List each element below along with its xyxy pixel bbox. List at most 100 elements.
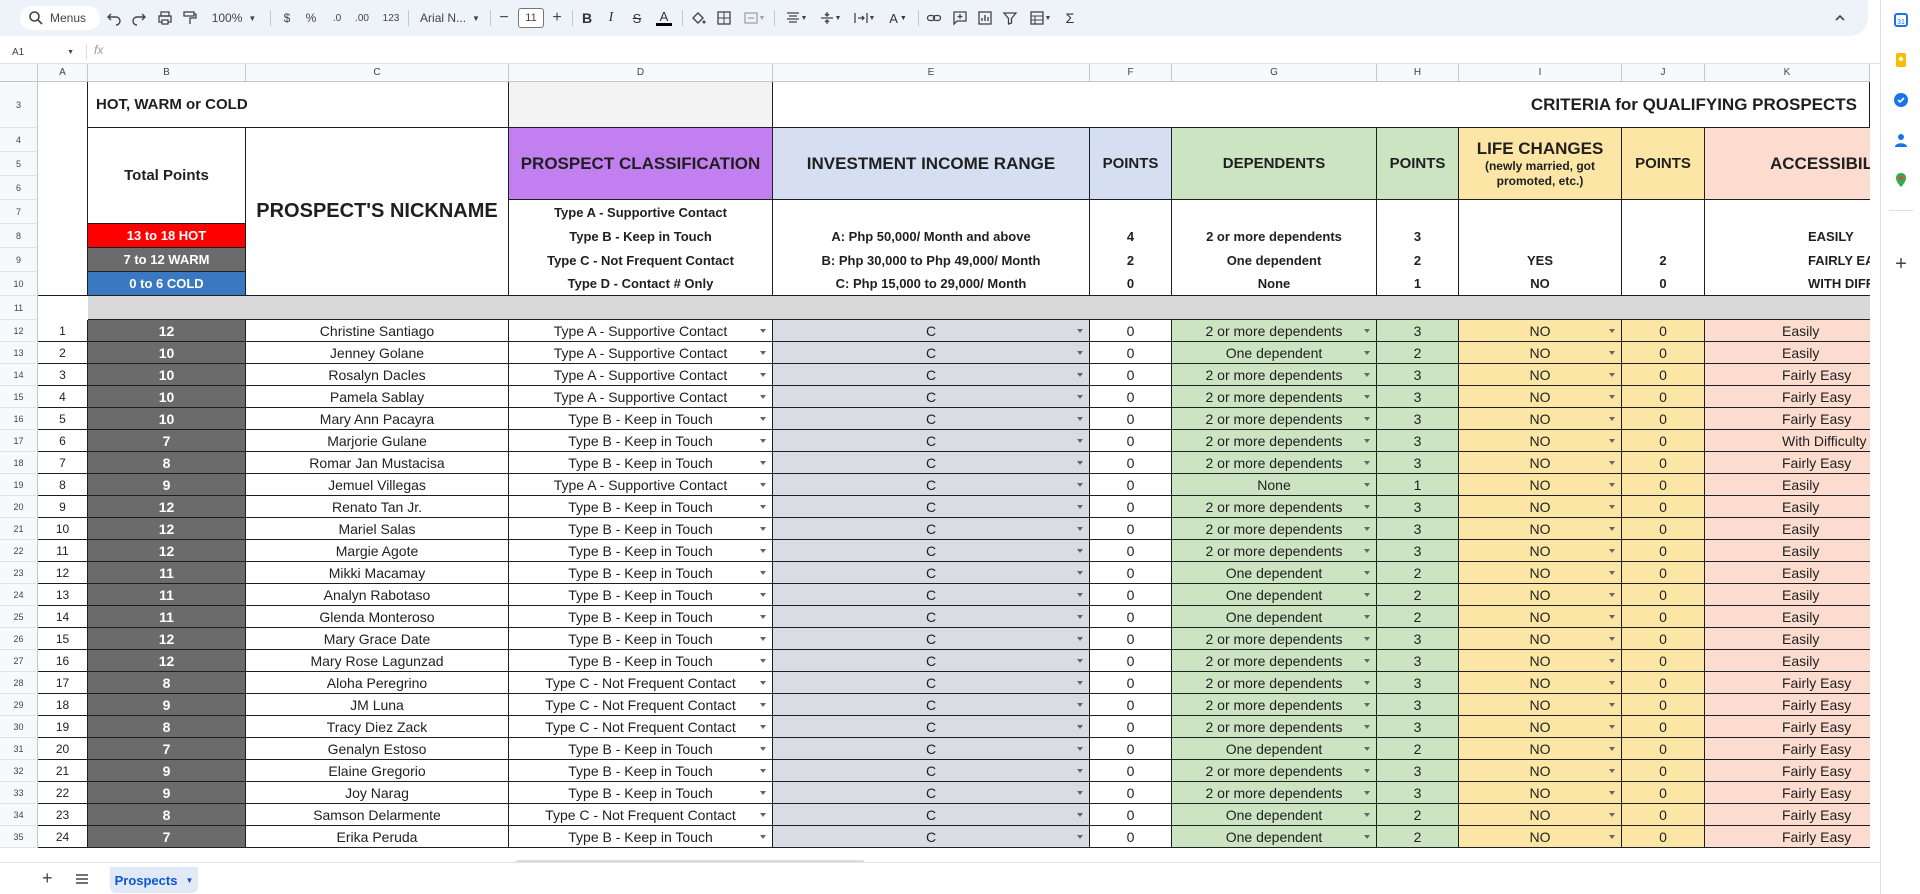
percent-button[interactable]: % [302, 6, 320, 30]
paint-format-button[interactable] [180, 6, 200, 30]
income-points-cell[interactable]: 0 [1090, 760, 1172, 782]
life-changes-dropdown[interactable]: NO [1459, 782, 1622, 804]
accessibility-cell[interactable]: Easily [1705, 496, 1870, 518]
row-number[interactable]: 24 [38, 826, 88, 848]
total-points-cell[interactable]: 11 [88, 606, 246, 628]
insert-link-button[interactable] [924, 6, 944, 30]
dependents-points-cell[interactable]: 3 [1377, 650, 1459, 672]
classification-dropdown[interactable]: Type A - Supportive Contact [509, 320, 773, 342]
income-dropdown[interactable]: C [773, 386, 1090, 408]
life-changes-dropdown[interactable]: NO [1459, 342, 1622, 364]
classification-dropdown[interactable]: Type A - Supportive Contact [509, 342, 773, 364]
sheet-tab-prospects[interactable]: Prospects ▼ [110, 867, 198, 893]
accessibility-cell[interactable]: Easily [1705, 650, 1870, 672]
row-header[interactable]: 16 [0, 408, 38, 430]
classification-dropdown[interactable]: Type B - Keep in Touch [509, 430, 773, 452]
income-dropdown[interactable]: C [773, 496, 1090, 518]
total-points-cell[interactable]: 7 [88, 430, 246, 452]
income-dropdown[interactable]: C [773, 738, 1090, 760]
dependents-points-cell[interactable]: 2 [1377, 804, 1459, 826]
income-points-cell[interactable]: 0 [1090, 386, 1172, 408]
row-header[interactable]: 17 [0, 430, 38, 452]
total-points-cell[interactable]: 8 [88, 452, 246, 474]
classification-dropdown[interactable]: Type B - Keep in Touch [509, 496, 773, 518]
life-changes-dropdown[interactable]: NO [1459, 826, 1622, 848]
undo-button[interactable] [104, 6, 124, 30]
life-changes-dropdown[interactable]: NO [1459, 430, 1622, 452]
income-dropdown[interactable]: C [773, 606, 1090, 628]
life-points-cell[interactable]: 0 [1622, 342, 1705, 364]
classification-dropdown[interactable]: Type C - Not Frequent Contact [509, 716, 773, 738]
font-size-increase-button[interactable]: + [549, 6, 565, 30]
life-changes-dropdown[interactable]: NO [1459, 452, 1622, 474]
increase-decimal-button[interactable]: .00 [350, 6, 374, 30]
row-number[interactable]: 23 [38, 804, 88, 826]
income-dropdown[interactable]: C [773, 782, 1090, 804]
merge-cells-button[interactable]: ▼ [740, 6, 768, 30]
total-points-cell[interactable]: 8 [88, 716, 246, 738]
prospect-nickname-cell[interactable]: Mary Rose Lagunzad [246, 650, 509, 672]
row-number[interactable]: 15 [38, 628, 88, 650]
income-points-cell[interactable]: 0 [1090, 672, 1172, 694]
income-points-cell[interactable]: 0 [1090, 320, 1172, 342]
classification-dropdown[interactable]: Type B - Keep in Touch [509, 408, 773, 430]
borders-button[interactable] [714, 6, 734, 30]
row-header[interactable]: 25 [0, 606, 38, 628]
classification-dropdown[interactable]: Type B - Keep in Touch [509, 826, 773, 848]
dependents-points-cell[interactable]: 3 [1377, 386, 1459, 408]
dependents-dropdown[interactable]: One dependent [1172, 562, 1377, 584]
life-points-cell[interactable]: 0 [1622, 606, 1705, 628]
income-dropdown[interactable]: C [773, 518, 1090, 540]
life-points-cell[interactable]: 0 [1622, 408, 1705, 430]
income-dropdown[interactable]: C [773, 364, 1090, 386]
dependents-dropdown[interactable]: 2 or more dependents [1172, 408, 1377, 430]
dependents-dropdown[interactable]: One dependent [1172, 804, 1377, 826]
income-points-cell[interactable]: 0 [1090, 804, 1172, 826]
accessibility-cell[interactable]: Easily [1705, 342, 1870, 364]
total-points-cell[interactable]: 9 [88, 760, 246, 782]
column-header-c[interactable]: C [246, 64, 509, 82]
life-points-cell[interactable]: 0 [1622, 364, 1705, 386]
classification-dropdown[interactable]: Type A - Supportive Contact [509, 364, 773, 386]
life-changes-dropdown[interactable]: NO [1459, 386, 1622, 408]
prospect-nickname-cell[interactable]: Samson Delarmente [246, 804, 509, 826]
life-changes-dropdown[interactable]: NO [1459, 650, 1622, 672]
italic-button[interactable]: I [602, 6, 620, 30]
font-family-select[interactable]: Arial N... ▼ [416, 6, 484, 30]
keep-notes-icon[interactable] [1893, 52, 1909, 68]
dependents-points-cell[interactable]: 3 [1377, 628, 1459, 650]
row-number[interactable]: 8 [38, 474, 88, 496]
dependents-points-cell[interactable]: 3 [1377, 694, 1459, 716]
row-number[interactable]: 19 [38, 716, 88, 738]
total-points-cell[interactable]: 8 [88, 804, 246, 826]
dependents-dropdown[interactable]: 2 or more dependents [1172, 782, 1377, 804]
row-number[interactable]: 13 [38, 584, 88, 606]
row-header[interactable]: 29 [0, 694, 38, 716]
income-dropdown[interactable]: C [773, 474, 1090, 496]
zoom-select[interactable]: 100% ▼ [208, 6, 260, 30]
prospect-nickname-cell[interactable]: Pamela Sablay [246, 386, 509, 408]
row-header[interactable]: 10 [0, 272, 38, 296]
row-header[interactable]: 28 [0, 672, 38, 694]
income-points-cell[interactable]: 0 [1090, 628, 1172, 650]
life-points-cell[interactable]: 0 [1622, 804, 1705, 826]
column-header-f[interactable]: F [1090, 64, 1172, 82]
row-number[interactable]: 6 [38, 430, 88, 452]
dependents-dropdown[interactable]: None [1172, 474, 1377, 496]
income-points-cell[interactable]: 0 [1090, 518, 1172, 540]
row-header[interactable]: 6 [0, 176, 38, 200]
accessibility-cell[interactable]: Easily [1705, 628, 1870, 650]
text-wrap-button[interactable]: ▼ [850, 6, 878, 30]
accessibility-cell[interactable]: Easily [1705, 320, 1870, 342]
accessibility-cell[interactable]: Easily [1705, 518, 1870, 540]
row-header[interactable]: 27 [0, 650, 38, 672]
life-changes-dropdown[interactable]: NO [1459, 518, 1622, 540]
row-header[interactable]: 8 [0, 224, 38, 248]
row-number[interactable]: 20 [38, 738, 88, 760]
total-points-cell[interactable]: 9 [88, 474, 246, 496]
classification-dropdown[interactable]: Type B - Keep in Touch [509, 760, 773, 782]
income-dropdown[interactable]: C [773, 320, 1090, 342]
column-header-i[interactable]: I [1459, 64, 1622, 82]
dependents-points-cell[interactable]: 3 [1377, 430, 1459, 452]
row-number[interactable]: 10 [38, 518, 88, 540]
